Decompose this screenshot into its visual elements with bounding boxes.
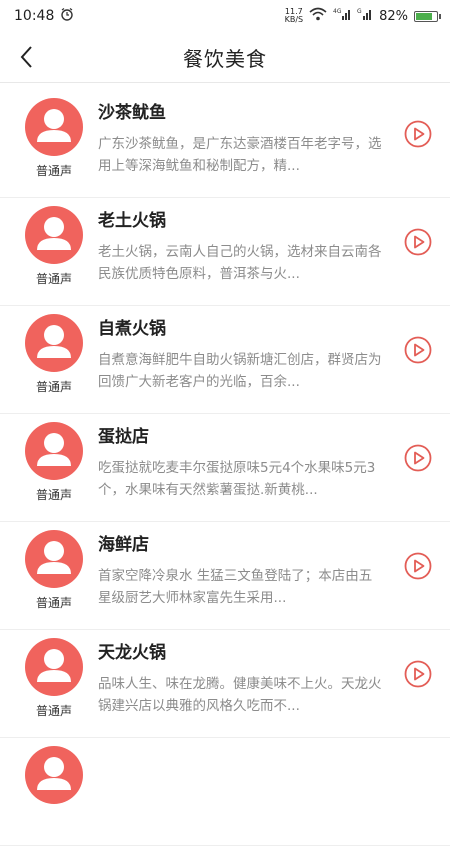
status-bar: 10:48 11.7 KB/S 4G G 82% [0, 0, 450, 32]
avatar-column: 普通声 [18, 630, 90, 719]
signal-4g-icon: 4G [333, 7, 351, 25]
avatar [25, 530, 83, 588]
play-icon [404, 228, 432, 256]
play-icon [404, 444, 432, 472]
avatar [25, 422, 83, 480]
item-content: 天龙火锅品味人生、味在龙腾。健康美味不上火。天龙火锅建兴店以典雅的风格久吃而不.… [90, 630, 383, 717]
svg-text:4G: 4G [333, 8, 342, 15]
net-speed: 11.7 KB/S [284, 7, 304, 24]
avatar [25, 314, 83, 372]
user-avatar-icon [37, 217, 71, 250]
play-button[interactable] [404, 120, 432, 148]
play-button[interactable] [404, 228, 432, 256]
voice-type-label: 普通声 [35, 596, 72, 610]
play-button[interactable] [404, 336, 432, 364]
item-description: 广东沙茶鱿鱼，是广东达豪酒楼百年老字号，选用上等深海鱿鱼和秘制配方，精... [98, 136, 382, 174]
play-button[interactable] [404, 552, 432, 580]
user-avatar-icon [37, 757, 71, 790]
signal-icon: G [357, 7, 373, 25]
item-title: 自煮火锅 [98, 319, 166, 339]
chevron-left-icon [20, 46, 32, 68]
voice-type-label: 普通声 [35, 488, 72, 502]
voice-type-label: 普通声 [35, 704, 72, 718]
play-button[interactable] [404, 444, 432, 472]
play-icon [404, 660, 432, 688]
avatar [25, 746, 83, 804]
status-time: 10:48 [14, 8, 55, 24]
item-description: 吃蛋挞就吃麦丰尔蛋挞原味5元4个水果味5元3个，水果味有天然紫薯蛋挞.新黄桃..… [98, 460, 376, 498]
item-description: 品味人生、味在龙腾。健康美味不上火。天龙火锅建兴店以典雅的风格久吃而不... [98, 676, 382, 714]
restaurant-list: 普通声 沙茶鱿鱼广东沙茶鱿鱼，是广东达豪酒楼百年老字号，选用上等深海鱿鱼和秘制配方… [0, 90, 450, 846]
avatar-column [18, 738, 90, 804]
list-item-partial[interactable] [0, 738, 450, 846]
item-title: 天龙火锅 [98, 643, 166, 663]
alarm-icon [60, 7, 74, 25]
user-avatar-icon [37, 109, 71, 142]
item-description: 自煮意海鲜肥牛自助火锅新塘汇创店，群贤店为回馈广大新老客户的光临，百余... [98, 352, 382, 390]
list-item[interactable]: 普通声 沙茶鱿鱼广东沙茶鱿鱼，是广东达豪酒楼百年老字号，选用上等深海鱿鱼和秘制配方… [0, 90, 450, 198]
battery-percent: 82% [379, 8, 408, 24]
voice-type-label: 普通声 [35, 380, 72, 394]
item-description: 首家空降冷泉水 生猛三文鱼登陆了；本店由五星级厨艺大师林家富先生采用... [98, 568, 373, 606]
item-content: 海鲜店首家空降冷泉水 生猛三文鱼登陆了；本店由五星级厨艺大师林家富先生采用... [90, 522, 383, 609]
item-content: 沙茶鱿鱼广东沙茶鱿鱼，是广东达豪酒楼百年老字号，选用上等深海鱿鱼和秘制配方，精.… [90, 90, 383, 177]
play-icon [404, 120, 432, 148]
page-title: 餐饮美食 [183, 46, 267, 71]
avatar [25, 98, 83, 156]
avatar-column: 普通声 [18, 198, 90, 287]
user-avatar-icon [37, 649, 71, 682]
list-item[interactable]: 普通声 老土火锅老土火锅，云南人自己的火锅，选材来自云南各民族优质特色原料，普洱茶… [0, 198, 450, 306]
item-title: 老土火锅 [98, 211, 166, 231]
item-title: 海鲜店 [98, 535, 149, 555]
avatar-column: 普通声 [18, 90, 90, 179]
user-avatar-icon [37, 325, 71, 358]
avatar [25, 206, 83, 264]
back-button[interactable] [10, 40, 44, 74]
avatar-column: 普通声 [18, 306, 90, 395]
item-title: 沙茶鱿鱼 [98, 103, 166, 123]
item-description: 老土火锅，云南人自己的火锅，选材来自云南各民族优质特色原料，普洱茶与火... [98, 244, 382, 282]
avatar-column: 普通声 [18, 414, 90, 503]
user-avatar-icon [37, 433, 71, 466]
svg-text:G: G [357, 8, 362, 15]
list-item[interactable]: 普通声 天龙火锅品味人生、味在龙腾。健康美味不上火。天龙火锅建兴店以典雅的风格久吃… [0, 630, 450, 738]
voice-type-label: 普通声 [35, 164, 72, 178]
avatar-column: 普通声 [18, 522, 90, 611]
list-item[interactable]: 普通声 自煮火锅自煮意海鲜肥牛自助火锅新塘汇创店，群贤店为回馈广大新老客户的光临，… [0, 306, 450, 414]
battery-icon [414, 10, 441, 22]
item-content: 老土火锅老土火锅，云南人自己的火锅，选材来自云南各民族优质特色原料，普洱茶与火.… [90, 198, 383, 285]
voice-type-label: 普通声 [35, 272, 72, 286]
user-avatar-icon [37, 541, 71, 574]
list-item[interactable]: 普通声 海鲜店首家空降冷泉水 生猛三文鱼登陆了；本店由五星级厨艺大师林家富先生采用… [0, 522, 450, 630]
item-content: 自煮火锅自煮意海鲜肥牛自助火锅新塘汇创店，群贤店为回馈广大新老客户的光临，百余.… [90, 306, 383, 393]
play-icon [404, 552, 432, 580]
avatar [25, 638, 83, 696]
list-item[interactable]: 普通声 蛋挞店吃蛋挞就吃麦丰尔蛋挞原味5元4个水果味5元3个，水果味有天然紫薯蛋挞… [0, 414, 450, 522]
item-content: 蛋挞店吃蛋挞就吃麦丰尔蛋挞原味5元4个水果味5元3个，水果味有天然紫薯蛋挞.新黄… [90, 414, 383, 501]
item-title: 蛋挞店 [98, 427, 149, 447]
play-button[interactable] [404, 660, 432, 688]
play-icon [404, 336, 432, 364]
wifi-icon [309, 7, 327, 25]
header: 餐饮美食 [0, 32, 450, 83]
